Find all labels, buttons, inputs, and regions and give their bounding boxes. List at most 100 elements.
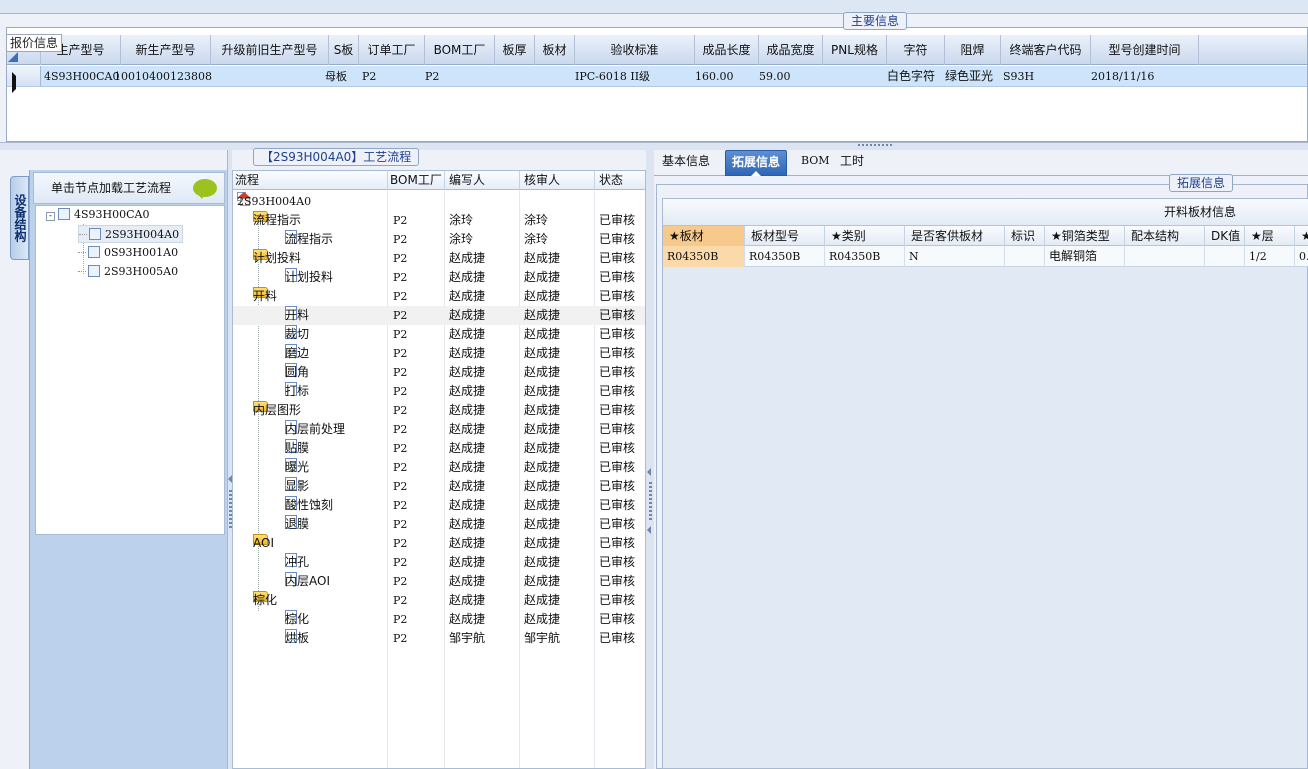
tab-work-hours[interactable]: 工时: [834, 150, 870, 176]
tab-bom[interactable]: BOM: [795, 150, 836, 176]
flow-writer: 赵成捷: [449, 308, 486, 322]
flow-bom: P2: [393, 290, 408, 303]
material-col-header[interactable]: ★类别: [825, 226, 905, 246]
flow-row[interactable]: -计划投料P2赵成捷赵成捷已审核: [233, 249, 645, 268]
col-writer[interactable]: 编写人: [445, 171, 520, 190]
row-indicator[interactable]: [7, 66, 41, 93]
flow-bom: P2: [393, 613, 408, 626]
flow-row[interactable]: -内层图形P2赵成捷赵成捷已审核: [233, 401, 645, 420]
flow-reviewer: 赵成捷: [524, 593, 561, 607]
material-grid-row[interactable]: R04350BR04350BR04350BN电解铜箔1/20.: [663, 246, 1308, 267]
flow-writer: 涂玲: [449, 232, 474, 246]
material-col-header[interactable]: ★: [1295, 226, 1308, 246]
flow-reviewer: 赵成捷: [524, 346, 561, 360]
flow-reviewer: 赵成捷: [524, 327, 561, 341]
main-col-header[interactable]: S板: [329, 35, 359, 65]
device-structure-tab[interactable]: 设备结构: [10, 176, 29, 260]
flow-row[interactable]: 裁切 P2 赵成捷 赵成捷 已审核: [233, 325, 645, 344]
flow-step-name: 显影: [285, 479, 310, 493]
material-col-header[interactable]: 是否客供板材: [905, 226, 1005, 246]
main-col-header[interactable]: 订单工厂: [359, 35, 425, 65]
flow-reviewer: 赵成捷: [524, 289, 561, 303]
flow-step-name: 冲孔: [285, 555, 310, 569]
main-col-header[interactable]: PNL规格: [823, 35, 887, 65]
flow-writer: 赵成捷: [449, 612, 486, 626]
main-col-header[interactable]: 型号创建时间: [1091, 35, 1199, 65]
material-cell: [1125, 246, 1205, 267]
flow-writer: 赵成捷: [449, 365, 486, 379]
flow-row[interactable]: 退膜 P2 赵成捷 赵成捷 已审核: [233, 515, 645, 534]
main-col-header[interactable]: BOM工厂: [425, 35, 495, 65]
main-col-header[interactable]: 阻焊: [945, 35, 1001, 65]
flow-row[interactable]: 磨边 P2 赵成捷 赵成捷 已审核: [233, 344, 645, 363]
material-col-header[interactable]: 板材型号: [745, 226, 825, 246]
material-cell: [1005, 246, 1045, 267]
flow-status: 已审核: [599, 327, 636, 341]
flow-row[interactable]: -开料P2赵成捷赵成捷已审核: [233, 287, 645, 306]
material-col-header[interactable]: 标识: [1005, 226, 1045, 246]
flow-row[interactable]: 曝光 P2 赵成捷 赵成捷 已审核: [233, 458, 645, 477]
tab-extended-info[interactable]: 拓展信息: [725, 150, 788, 176]
flow-row[interactable]: 流程指示 P2 涂玲 涂玲 已审核: [233, 230, 645, 249]
col-status[interactable]: 状态: [595, 171, 645, 190]
flow-writer: 赵成捷: [449, 441, 486, 455]
col-reviewer[interactable]: 核审人: [520, 171, 595, 190]
main-col-header[interactable]: 板材: [535, 35, 575, 65]
comment-bubble-icon[interactable]: [193, 179, 217, 199]
right-splitter[interactable]: [646, 150, 654, 769]
quote-info-tab[interactable]: 报价信息: [6, 34, 63, 52]
collapse-icon[interactable]: -: [46, 212, 55, 221]
material-cell: 电解铜箔: [1045, 246, 1125, 267]
flow-row[interactable]: 贴膜 P2 赵成捷 赵成捷 已审核: [233, 439, 645, 458]
flow-status: 已审核: [599, 593, 636, 607]
node-icon: [58, 208, 70, 220]
main-col-header[interactable]: 新生产型号: [121, 35, 211, 65]
main-col-header[interactable]: 验收标准: [575, 35, 695, 65]
flow-row[interactable]: 显影 P2 赵成捷 赵成捷 已审核: [233, 477, 645, 496]
flow-row[interactable]: 圆角 P2 赵成捷 赵成捷 已审核: [233, 363, 645, 382]
horizontal-splitter[interactable]: [0, 142, 1308, 150]
material-col-header[interactable]: DK值: [1205, 226, 1245, 246]
main-col-header[interactable]: 字符: [887, 35, 945, 65]
flow-row[interactable]: -AOIP2赵成捷赵成捷已审核: [233, 534, 645, 553]
flow-root-row[interactable]: -2S93H004A0: [233, 192, 645, 211]
flow-row[interactable]: 计划投料 P2 赵成捷 赵成捷 已审核: [233, 268, 645, 287]
tree-node[interactable]: 0S93H001A0: [78, 244, 178, 262]
flow-row[interactable]: 内层AOI P2 赵成捷 赵成捷 已审核: [233, 572, 645, 591]
main-col-header[interactable]: 板厚: [495, 35, 535, 65]
flow-row[interactable]: 打标 P2 赵成捷 赵成捷 已审核: [233, 382, 645, 401]
flow-row[interactable]: 内层前处理 P2 赵成捷 赵成捷 已审核: [233, 420, 645, 439]
flow-step-name: 烘板: [285, 631, 310, 645]
tree-node[interactable]: 2S93H005A0: [78, 263, 178, 281]
material-col-header[interactable]: ★板材: [663, 226, 745, 246]
tree-node-label: 2S93H005A0: [104, 265, 179, 278]
flow-row[interactable]: 烘板 P2 邹宇航 邹宇航 已审核: [233, 629, 645, 648]
material-col-header[interactable]: 配本结构: [1125, 226, 1205, 246]
main-col-header[interactable]: 升级前旧生产型号: [211, 35, 329, 65]
main-info-row[interactable]: 4S93H00CA0 10010400123808 母板 P2 P2 IPC-6018 I…: [7, 66, 1307, 93]
material-grid-title: 开料板材信息: [1164, 205, 1237, 219]
flow-row[interactable]: 棕化 P2 赵成捷 赵成捷 已审核: [233, 610, 645, 629]
material-col-header[interactable]: ★层: [1245, 226, 1295, 246]
main-col-header[interactable]: 终端客户代码: [1001, 35, 1091, 65]
flow-reviewer: 赵成捷: [524, 612, 561, 626]
col-flow[interactable]: 流程: [233, 171, 388, 190]
node-icon: [88, 246, 100, 258]
main-col-header[interactable]: 成品宽度: [759, 35, 823, 65]
flow-row[interactable]: -流程指示P2涂玲涂玲已审核: [233, 211, 645, 230]
material-col-header[interactable]: ★铜箔类型: [1045, 226, 1125, 246]
tab-basic-info[interactable]: 基本信息: [656, 150, 716, 176]
main-cell: 2018/11/16: [1091, 70, 1155, 83]
main-cell: 10010400123808: [114, 70, 212, 83]
col-bom[interactable]: BOM工厂: [388, 171, 445, 190]
flow-row[interactable]: 酸性蚀刻 P2 赵成捷 赵成捷 已审核: [233, 496, 645, 515]
flow-row[interactable]: 冲孔 P2 赵成捷 赵成捷 已审核: [233, 553, 645, 572]
tree-node-root[interactable]: - 4S93H00CA0: [46, 206, 149, 224]
flow-row[interactable]: -棕化P2赵成捷赵成捷已审核: [233, 591, 645, 610]
tree-node-selected[interactable]: 2S93H004A0: [78, 225, 184, 243]
flow-reviewer: 赵成捷: [524, 479, 561, 493]
flow-row[interactable]: 开料 P2 赵成捷 赵成捷 已审核: [233, 306, 645, 325]
main-col-header[interactable]: 成品长度: [695, 35, 759, 65]
flow-bom: P2: [393, 537, 408, 550]
flow-reviewer: 赵成捷: [524, 574, 561, 588]
